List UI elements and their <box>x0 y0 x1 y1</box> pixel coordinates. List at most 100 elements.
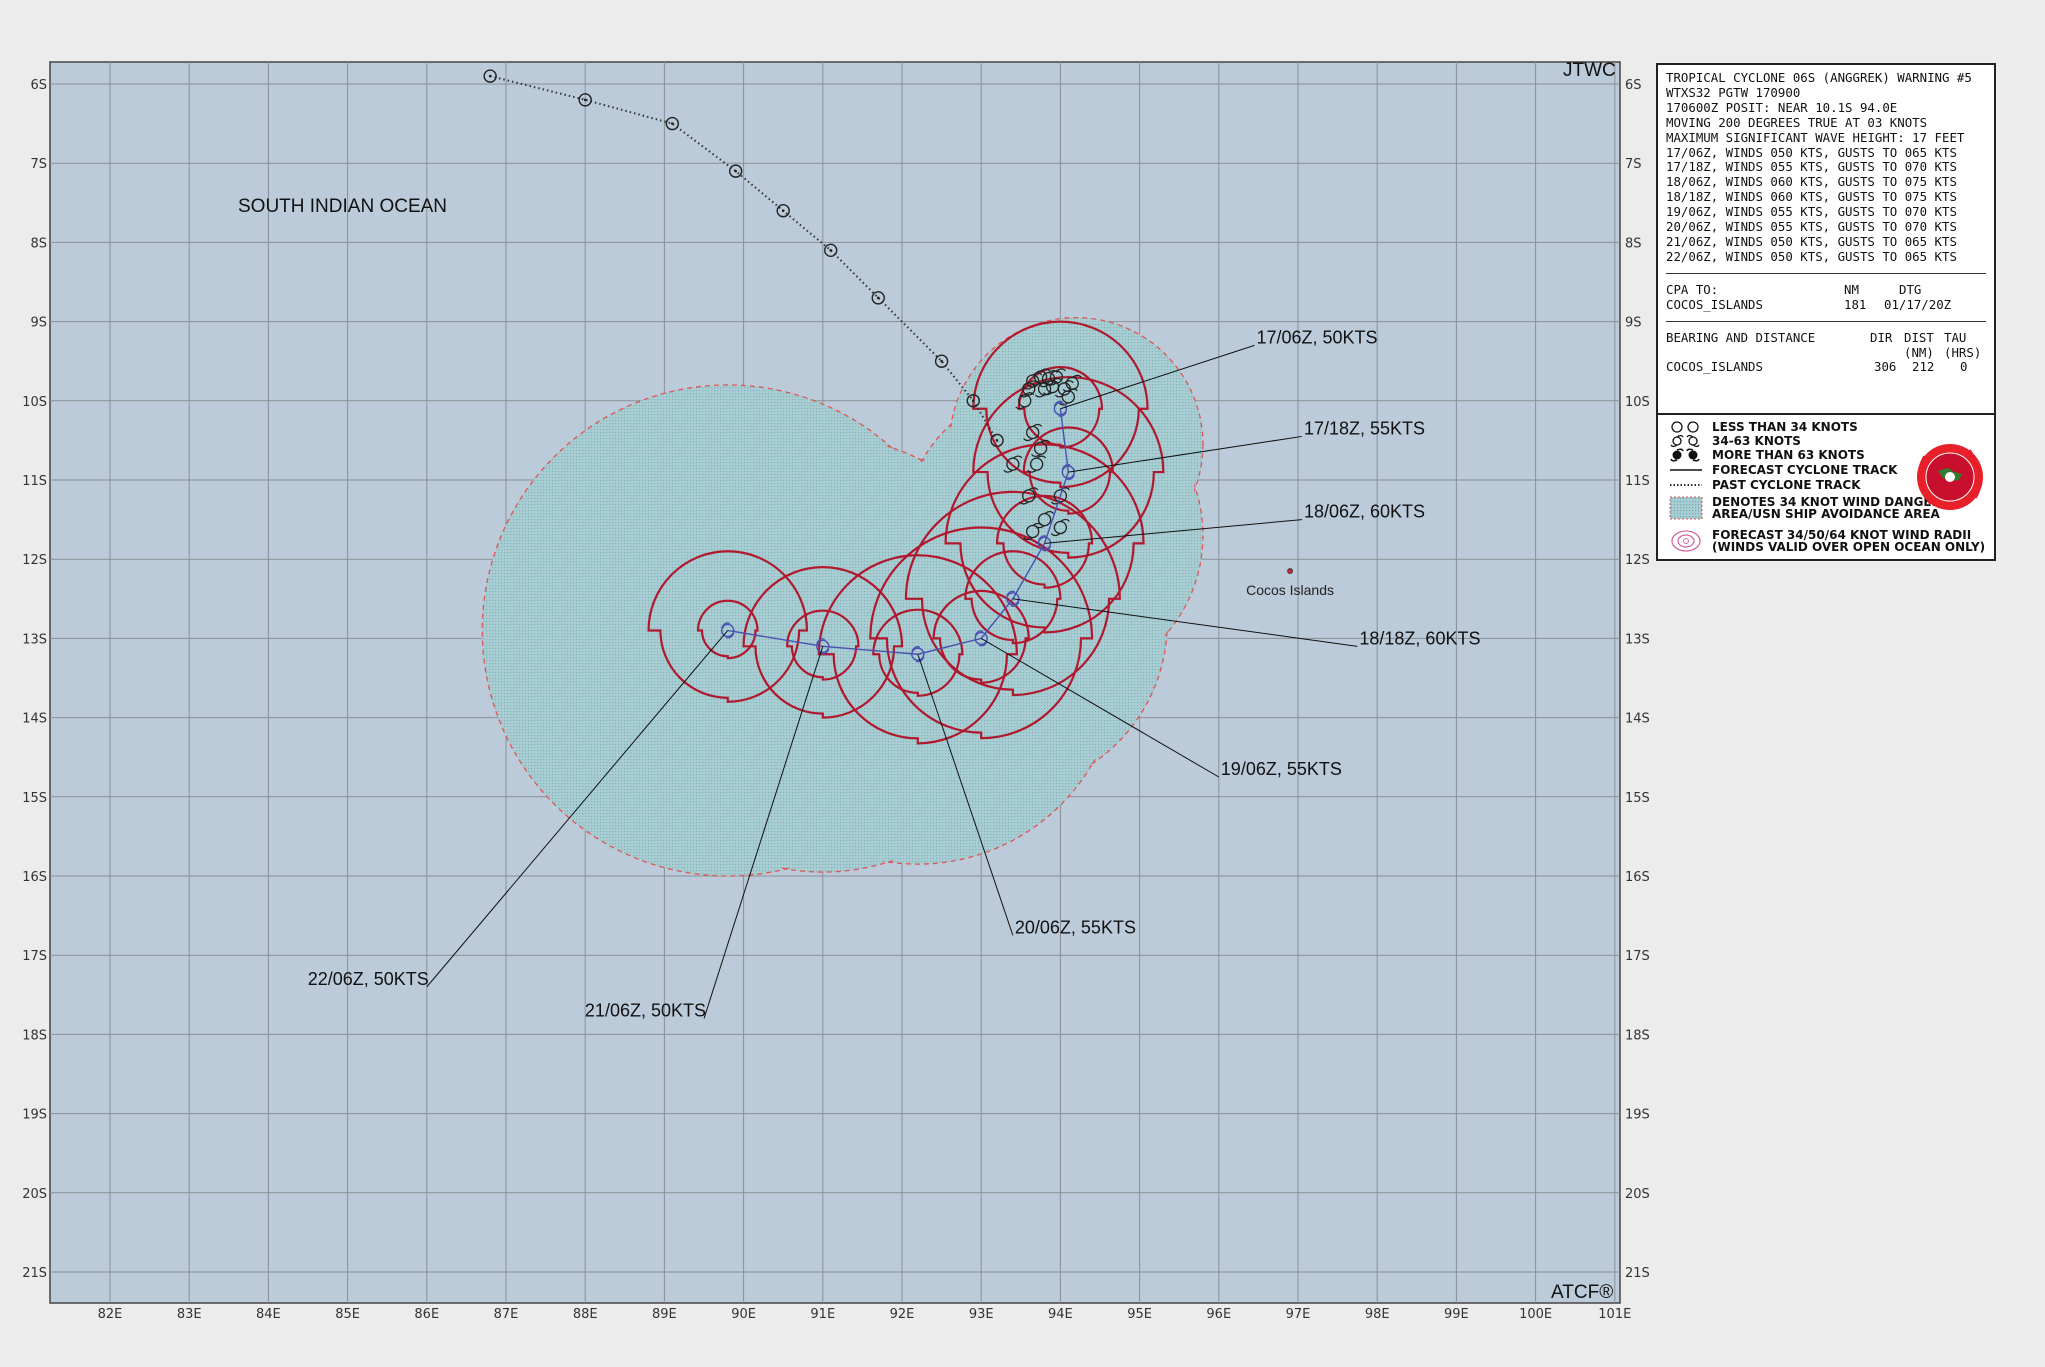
lat-tick-label-left: 16S <box>22 870 47 885</box>
past-track-icon <box>1670 484 1702 486</box>
warning-line: 18/18Z, WINDS 060 KTS, GUSTS TO 075 KTS <box>1666 189 1957 205</box>
position-dot <box>781 209 785 213</box>
lat-tick-label-left: 7S <box>30 157 47 172</box>
lat-tick-label-right: 21S <box>1625 1266 1650 1281</box>
forecast-label: 18/06Z, 60KTS <box>1304 502 1425 522</box>
lon-tick-label: 83E <box>177 1307 202 1322</box>
position-dot <box>940 359 943 363</box>
storm-icon <box>1670 434 1700 448</box>
lat-tick-label-left: 19S <box>22 1108 47 1123</box>
lon-tick-label: 89E <box>652 1307 677 1322</box>
lat-tick-label-left: 9S <box>30 316 47 331</box>
lat-tick-label-left: 10S <box>22 395 47 410</box>
divider <box>1666 320 1986 322</box>
lat-tick-label-right: 9S <box>1625 316 1642 331</box>
lat-tick-label-left: 12S <box>22 553 47 568</box>
legend-label: PAST CYCLONE TRACK <box>1712 478 1861 492</box>
bearing-tau-header: TAU <box>1944 329 1967 345</box>
forecast-label: 17/18Z, 55KTS <box>1304 418 1425 438</box>
lat-tick-label-left: 6S <box>30 78 47 93</box>
cocos-islands-marker <box>1287 568 1293 574</box>
wind-radii-icon <box>1671 530 1701 552</box>
position-dot <box>995 439 999 442</box>
legend-panel: LESS THAN 34 KNOTS 34-63 KNOTS MORE THAN… <box>1656 413 1996 561</box>
bearing-dist-header: DIST <box>1904 329 1934 345</box>
warning-line: 170600Z POSIT: NEAR 10.1S 94.0E <box>1666 99 1898 115</box>
warning-line: MOVING 200 DEGREES TRUE AT 03 KNOTS <box>1666 114 1928 130</box>
legend-label: FORECAST CYCLONE TRACK <box>1712 463 1898 477</box>
lon-tick-label: 95E <box>1127 1307 1152 1322</box>
software-label: ATCF® <box>1551 1282 1613 1303</box>
warning-line: 21/06Z, WINDS 050 KTS, GUSTS TO 065 KTS <box>1666 233 1957 249</box>
agency-label: JTWC <box>1563 60 1616 81</box>
lat-tick-label-right: 16S <box>1625 870 1650 885</box>
warning-line: WTXS32 PGTW 170900 <box>1666 84 1801 100</box>
lat-tick-label-left: 21S <box>22 1266 47 1281</box>
lat-tick-label-left: 15S <box>22 791 47 806</box>
lon-tick-label: 85E <box>335 1307 360 1322</box>
warning-text-lines: TROPICAL CYCLONE 06S (ANGGREK) WARNING #… <box>1666 70 1986 265</box>
cpa-station: COCOS_ISLANDS <box>1666 296 1763 312</box>
lat-tick-label-right: 18S <box>1625 1028 1650 1043</box>
legend-label: DENOTES 34 KNOT WIND DANGER AREA/USN SHIP… <box>1712 495 1941 521</box>
lon-tick-label: 100E <box>1519 1307 1552 1322</box>
lon-tick-label: 94E <box>1048 1307 1073 1322</box>
lon-tick-label: 99E <box>1444 1307 1469 1322</box>
warning-line: 20/06Z, WINDS 055 KTS, GUSTS TO 070 KTS <box>1666 219 1957 235</box>
position-dot <box>971 399 975 403</box>
lon-tick-label: 101E <box>1598 1307 1631 1322</box>
lon-tick-label: 87E <box>494 1307 519 1322</box>
bearing-section: BEARING AND DISTANCE DIR DIST TAU (NM) (HRS)… <box>1666 329 1986 376</box>
legend-item-forecast-track: FORECAST CYCLONE TRACK <box>1668 463 1897 477</box>
lat-tick-label-right: 7S <box>1625 157 1642 172</box>
warning-line: 17/18Z, WINDS 055 KTS, GUSTS TO 070 KTS <box>1666 159 1957 175</box>
island-label: Cocos Islands <box>1246 582 1334 598</box>
legend-label: MORE THAN 63 KNOTS <box>1712 448 1865 462</box>
position-dot <box>488 74 492 78</box>
warning-line: 22/06Z, WINDS 050 KTS, GUSTS TO 065 KTS <box>1666 248 1957 264</box>
lat-tick-label-right: 19S <box>1625 1108 1650 1123</box>
lat-tick-label-right: 12S <box>1625 553 1650 568</box>
warning-line: 19/06Z, WINDS 055 KTS, GUSTS TO 070 KTS <box>1666 204 1957 220</box>
forecast-label: 22/06Z, 50KTS <box>308 969 429 989</box>
lon-tick-label: 93E <box>969 1307 994 1322</box>
ocean-label: SOUTH INDIAN OCEAN <box>238 196 447 217</box>
lon-tick-label: 90E <box>731 1307 756 1322</box>
forecast-label: 17/06Z, 50KTS <box>1256 327 1377 347</box>
lat-tick-label-right: 13S <box>1625 632 1650 647</box>
legend-item-34-63: 34-63 KNOTS <box>1668 434 1801 448</box>
lon-tick-label: 92E <box>890 1307 915 1322</box>
cpa-dtg: 01/17/20Z <box>1884 296 1952 312</box>
forecast-label: 19/06Z, 55KTS <box>1221 759 1342 779</box>
bearing-dir: 306 <box>1874 359 1897 375</box>
forecast-label: 21/06Z, 50KTS <box>585 1001 706 1021</box>
bearing-dist: 212 <box>1912 359 1935 375</box>
bearing-dist-unit: (NM) <box>1904 344 1934 360</box>
lat-tick-label-right: 14S <box>1625 712 1650 727</box>
position-dot <box>583 98 587 102</box>
bearing-tau: 0 <box>1960 359 1968 375</box>
lon-tick-label: 86E <box>414 1307 439 1322</box>
lon-tick-label: 84E <box>256 1307 281 1322</box>
bearing-station: COCOS_ISLANDS <box>1666 359 1763 375</box>
lon-tick-label: 82E <box>98 1307 123 1322</box>
legend-label: 34-63 KNOTS <box>1712 434 1801 448</box>
warning-line: TROPICAL CYCLONE 06S (ANGGREK) WARNING #… <box>1666 70 1972 85</box>
forecast-label: 18/18Z, 60KTS <box>1359 628 1480 648</box>
position-dot <box>876 296 880 300</box>
cpa-nm: 181 <box>1844 296 1867 312</box>
danger-area-icon <box>1669 496 1703 520</box>
lat-tick-label-left: 11S <box>22 474 47 489</box>
lon-tick-label: 91E <box>810 1307 835 1322</box>
position-dot <box>671 122 674 125</box>
position-dot <box>734 169 737 173</box>
lat-tick-label-right: 10S <box>1625 395 1650 410</box>
legend-item-danger-area: DENOTES 34 KNOT WIND DANGER AREA/USN SHIP… <box>1668 494 1941 522</box>
lat-tick-label-right: 15S <box>1625 791 1650 806</box>
weak-cyclone-icon <box>1671 421 1699 433</box>
cpa-heading: CPA TO: <box>1666 281 1719 297</box>
legend-item-more-63: MORE THAN 63 KNOTS <box>1668 448 1865 462</box>
lat-tick-label-left: 18S <box>22 1028 47 1043</box>
bearing-heading: BEARING AND DISTANCE <box>1666 329 1816 345</box>
cpa-dtg-header: DTG <box>1899 281 1922 297</box>
